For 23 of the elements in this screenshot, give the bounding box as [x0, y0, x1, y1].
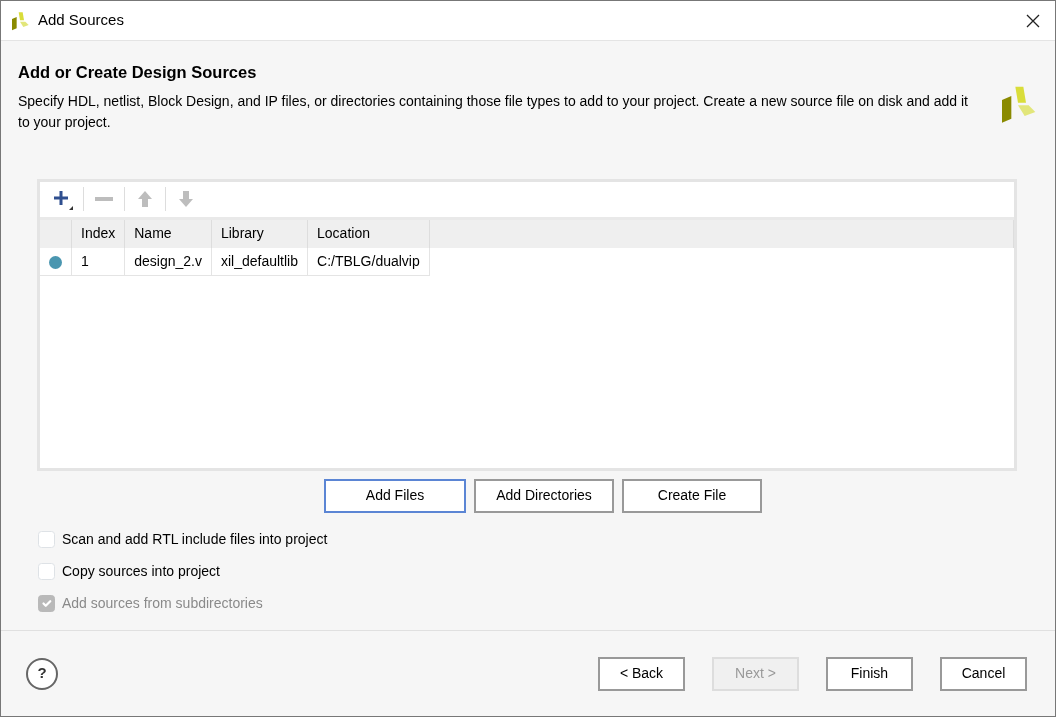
- checkbox[interactable]: [38, 562, 55, 580]
- checkbox-label: Scan and add RTL include files into project: [62, 529, 328, 549]
- column-header: Name: [124, 219, 212, 248]
- column-header: Location: [307, 219, 430, 248]
- page-heading: Add or Create Design Sources: [18, 63, 258, 83]
- checkbox-label: Add sources from subdirectories: [62, 593, 263, 613]
- help-button[interactable]: ?: [26, 657, 58, 690]
- description-text: Specify HDL, netlist, Block Design, and IP files, or directories containing those file types to add to your project. Create a new source file on disk and add it to your project.: [18, 91, 969, 132]
- file-action-button[interactable]: Add Directories: [474, 478, 614, 513]
- logo-icon: [10, 10, 30, 31]
- wizard-button[interactable]: Cancel: [940, 656, 1027, 691]
- table-cell: C:/TBLG/dualvip: [307, 247, 430, 276]
- checkbox[interactable]: [38, 530, 55, 548]
- wizard-button[interactable]: Finish: [826, 656, 913, 691]
- checkbox-label: Copy sources into project: [62, 561, 220, 581]
- file-action-button[interactable]: Create File: [622, 478, 762, 513]
- window-title: Add Sources: [38, 10, 124, 31]
- wizard-button[interactable]: < Back: [598, 656, 685, 691]
- table-cell: xil_defaultlib: [211, 247, 308, 276]
- column-header: Library: [211, 219, 308, 248]
- table-cell: design_2.v: [124, 247, 212, 276]
- file-action-button[interactable]: Add Files: [324, 478, 466, 513]
- table-cell: 1: [71, 247, 125, 276]
